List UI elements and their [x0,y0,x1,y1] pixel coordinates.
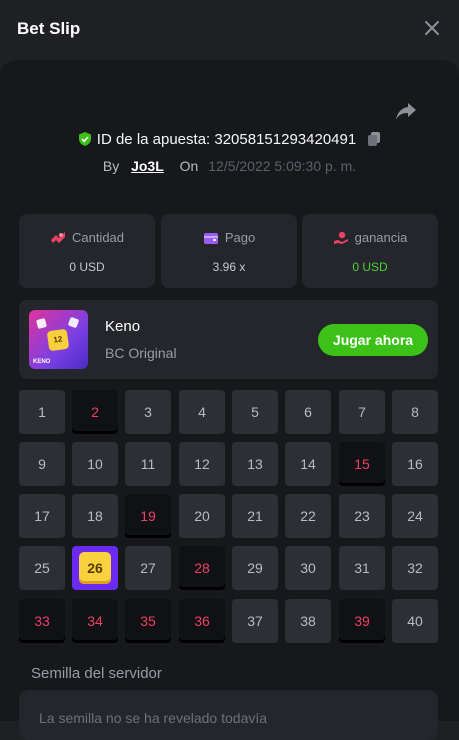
keno-cell: 1 [19,390,65,434]
profit-icon [333,231,348,244]
keno-cell: 12 [179,442,225,486]
keno-cell: 6 [285,390,331,434]
keno-cell: 17 [19,494,65,538]
server-seed-text: La semilla no se ha revelado todavía [39,710,268,726]
keno-cell: 27 [125,546,171,590]
keno-cell: 23 [339,494,385,538]
keno-grid: 1 2 3 4 5 6 7 8 9 10 11 12 13 14 15 16 17 18 19 20 21 22 23 24 2… [19,390,438,645]
keno-cell-picked: 34 [72,599,118,643]
game-card: 12 KENO Keno BC Original Jugar ahora [19,300,438,379]
shield-check-icon [78,132,91,146]
bet-stats: Cantidad 0 USD Pago 3.96 x ganancia 0 US… [19,214,438,288]
bet-meta-row: By Jo3L On 12/5/2022 5:09:30 p. m. [0,158,459,174]
keno-hit-tile: 26 [79,552,111,584]
stat-payout: Pago 3.96 x [161,214,297,288]
stat-amount-value: 0 USD [69,260,105,274]
keno-cell-picked: 36 [179,599,225,643]
keno-thumb-die: 12 [46,328,70,352]
stat-payout-label: Pago [224,230,256,245]
keno-cell: 10 [72,442,118,486]
keno-cell: 40 [392,599,438,643]
keno-cell: 4 [179,390,225,434]
keno-cell: 5 [232,390,278,434]
keno-cell: 31 [339,546,385,590]
keno-cell: 32 [392,546,438,590]
keno-thumb-label: KENO [33,359,51,365]
stat-amount: Cantidad 0 USD [19,214,155,288]
keno-cell: 3 [125,390,171,434]
keno-cell: 38 [285,599,331,643]
keno-cell: 7 [339,390,385,434]
keno-cell: 29 [232,546,278,590]
keno-cell-picked: 39 [339,599,385,643]
server-seed-label: Semilla del servidor [31,665,162,682]
bet-slip-title: Bet Slip [17,19,81,38]
keno-cell: 20 [179,494,225,538]
keno-cell-hit: 26 [72,546,118,590]
keno-cell: 37 [232,599,278,643]
stat-profit: ganancia 0 USD [302,214,438,288]
on-label: On [179,158,199,174]
keno-cell: 30 [285,546,331,590]
bet-id-row: ID de la apuesta: 32058151293420491 [0,131,459,148]
copy-icon[interactable] [366,131,382,148]
bet-date: 12/5/2022 5:09:30 p. m. [208,158,357,174]
keno-cell: 18 [72,494,118,538]
keno-cell: 9 [19,442,65,486]
stat-profit-value: 0 USD [352,260,388,274]
wallet-icon [203,233,218,244]
play-now-button[interactable]: Jugar ahora [318,324,428,356]
keno-cell-picked: 19 [125,494,171,538]
keno-cell: 11 [125,442,171,486]
server-seed-box: La semilla no se ha revelado todavía [19,690,438,740]
keno-cell: 21 [232,494,278,538]
keno-cell-picked: 2 [72,390,118,434]
keno-cell: 13 [232,442,278,486]
keno-cell: 25 [19,546,65,590]
share-icon[interactable] [394,101,418,123]
keno-cell-picked: 15 [339,442,385,486]
username-link[interactable]: Jo3L [131,158,164,174]
stat-amount-label: Cantidad [71,230,125,245]
header-bar: Bet Slip [0,0,459,60]
stat-payout-value: 3.96 x [212,260,246,274]
bet-id-text: ID de la apuesta: 32058151293420491 [96,131,357,148]
keno-cell: 22 [285,494,331,538]
bet-amount-icon [50,232,65,243]
stat-profit-label: ganancia [354,230,408,245]
game-name: Keno [105,318,141,335]
keno-cell: 24 [392,494,438,538]
keno-cell: 16 [392,442,438,486]
keno-cell: 14 [285,442,331,486]
keno-cell-picked: 35 [125,599,171,643]
game-subtitle: BC Original [105,345,177,361]
keno-cell-picked: 33 [19,599,65,643]
keno-cell: 8 [392,390,438,434]
close-icon[interactable] [423,19,441,37]
by-label: By [102,158,120,174]
keno-cell-picked: 28 [179,546,225,590]
keno-thumbnail: 12 KENO [29,310,88,369]
